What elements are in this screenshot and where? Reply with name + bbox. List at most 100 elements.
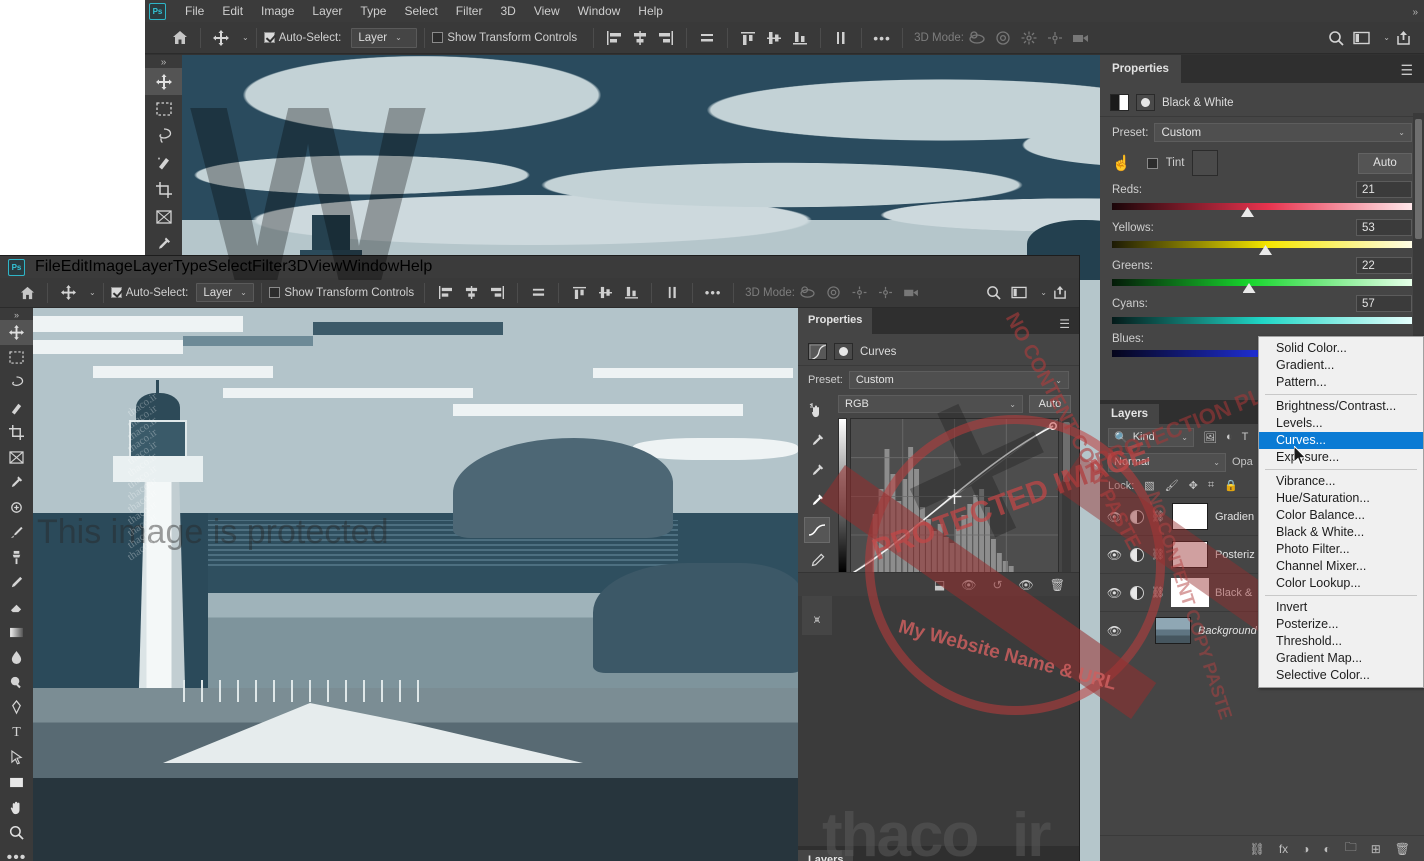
curves-icon[interactable]: [808, 343, 827, 360]
distribute-vertical-icon[interactable]: [659, 281, 685, 305]
hand-pointer-icon[interactable]: ☝: [1112, 154, 1131, 172]
layer-mask-thumbnail[interactable]: [1171, 541, 1208, 568]
slider-cyans-value[interactable]: 57: [1356, 295, 1412, 312]
camera-3d-icon[interactable]: [899, 281, 925, 305]
inner-tool-rectangular-marquee[interactable]: [0, 345, 33, 370]
histogram-toggle[interactable]: ⩙: [802, 605, 832, 635]
align-left-icon[interactable]: [432, 281, 458, 305]
lock-image-pixels-icon[interactable]: 🖌: [1165, 479, 1179, 492]
inner-menu-filter[interactable]: Filter: [252, 258, 288, 276]
tool-lasso[interactable]: [145, 122, 182, 149]
inner-properties-scrollbar[interactable]: [1062, 418, 1071, 575]
inner-tool-rectangle[interactable]: [0, 770, 33, 795]
delete-icon[interactable]: 🗑: [1050, 578, 1065, 592]
slider-reds-value[interactable]: 21: [1356, 181, 1412, 198]
workspace-icon[interactable]: [1349, 26, 1375, 50]
black-point-eyedropper[interactable]: [802, 425, 832, 455]
inner-auto-button[interactable]: Auto: [1029, 395, 1071, 413]
menu-item-curves[interactable]: Curves...: [1259, 432, 1423, 449]
inner-tool-clone-stamp[interactable]: [0, 545, 33, 570]
curves-graph[interactable]: [850, 418, 1059, 575]
inner-menu-window[interactable]: Window: [342, 258, 399, 276]
align-center-vertical-icon[interactable]: [592, 281, 618, 305]
align-bottom-icon[interactable]: [618, 281, 644, 305]
workspace-icon[interactable]: [1006, 281, 1032, 305]
menu-3d[interactable]: 3D: [491, 0, 524, 22]
inner-tool-blur[interactable]: [0, 645, 33, 670]
auto-select-checkbox[interactable]: [263, 32, 275, 43]
inner-tool-history-brush[interactable]: [0, 570, 33, 595]
inner-preset-dropdown[interactable]: Custom ⌄: [848, 371, 1069, 389]
menu-type[interactable]: Type: [351, 0, 395, 22]
inner-menu-select[interactable]: Select: [208, 258, 252, 276]
menu-item-color-balance[interactable]: Color Balance...: [1259, 507, 1423, 524]
menu-item-channel-mixer[interactable]: Channel Mixer...: [1259, 558, 1423, 575]
inner-tool-eyedropper[interactable]: [0, 470, 33, 495]
lock-all-icon[interactable]: 🔒: [1224, 479, 1238, 492]
menu-item-brightness-contrast[interactable]: Brightness/Contrast...: [1259, 398, 1423, 415]
camera-3d-icon[interactable]: [1068, 26, 1094, 50]
menu-item-selective-color[interactable]: Selective Color...: [1259, 667, 1423, 684]
inner-tool-frame[interactable]: [0, 445, 33, 470]
inner-tool-brush[interactable]: [0, 520, 33, 545]
layer-thumbnail[interactable]: [1155, 617, 1191, 644]
home-icon[interactable]: [14, 281, 40, 305]
menu-item-pattern[interactable]: Pattern...: [1259, 374, 1423, 391]
white-point-eyedropper[interactable]: [802, 485, 832, 515]
inner-tool-hand[interactable]: [0, 795, 33, 820]
inner-tool-dodge[interactable]: [0, 670, 33, 695]
mask-link-icon[interactable]: ⛓: [1151, 548, 1165, 561]
panel-menu-icon[interactable]: ☰: [1390, 58, 1424, 83]
tab-layers[interactable]: Layers: [1100, 404, 1160, 424]
share-icon[interactable]: [1390, 26, 1416, 50]
inner-tool-crop[interactable]: [0, 420, 33, 445]
inner-properties-scroll-thumb[interactable]: [1063, 422, 1070, 482]
inner-tool-eraser[interactable]: [0, 595, 33, 620]
tool-move[interactable]: [145, 68, 182, 95]
pixel-filter-icon[interactable]: 🖼: [1203, 431, 1217, 444]
inner-tool-move[interactable]: [0, 320, 33, 345]
menu-item-gradient-map[interactable]: Gradient Map...: [1259, 650, 1423, 667]
menu-item-posterize[interactable]: Posterize...: [1259, 616, 1423, 633]
inner-tab-properties[interactable]: Properties: [798, 308, 873, 334]
slider-cyans-track[interactable]: [1112, 317, 1412, 324]
on-image-adjust-tool[interactable]: [802, 395, 832, 425]
roll-3d-icon[interactable]: [990, 26, 1016, 50]
menu-item-photo-filter[interactable]: Photo Filter...: [1259, 541, 1423, 558]
lock-artboard-icon[interactable]: ⌗: [1208, 479, 1214, 492]
align-bottom-icon[interactable]: [787, 26, 813, 50]
layer-mask-thumbnail[interactable]: [1170, 578, 1209, 607]
inner-menu-view[interactable]: View: [308, 258, 342, 276]
inner-show-transform-checkbox[interactable]: [269, 287, 281, 298]
tab-properties[interactable]: Properties: [1100, 55, 1181, 83]
curve-point-tool[interactable]: [804, 517, 830, 543]
search-icon[interactable]: [1323, 26, 1349, 50]
layer-style-icon[interactable]: fx: [1279, 842, 1288, 856]
menu-item-threshold[interactable]: Threshold...: [1259, 633, 1423, 650]
blend-mode-dropdown[interactable]: Normal ⌄: [1108, 452, 1226, 472]
delete-layer-icon[interactable]: 🗑: [1395, 842, 1410, 856]
menu-item-exposure[interactable]: Exposure...: [1259, 449, 1423, 466]
toggle-visibility-icon[interactable]: 👁: [1019, 578, 1034, 592]
inner-panel-menu-icon[interactable]: ☰: [1051, 314, 1079, 334]
pencil-draw-tool[interactable]: [802, 545, 832, 575]
inner-tool-spot-healing-brush[interactable]: [0, 495, 33, 520]
inner-tool-path-selection[interactable]: [0, 745, 33, 770]
preset-dropdown[interactable]: Custom ⌄: [1154, 123, 1412, 142]
tool-eyedropper[interactable]: [145, 230, 182, 257]
move-tool-caret-icon[interactable]: ⌄: [89, 288, 96, 297]
align-center-horizontal-icon[interactable]: [627, 26, 653, 50]
inner-tool-zoom[interactable]: [0, 820, 33, 845]
distribute-horizontal-icon[interactable]: [525, 281, 551, 305]
inner-tool-edit-toolbar[interactable]: •••: [0, 845, 33, 861]
menu-file[interactable]: File: [176, 0, 213, 22]
slider-reds-track[interactable]: [1112, 203, 1412, 217]
orbit-3d-icon[interactable]: [964, 26, 990, 50]
menu-select[interactable]: Select: [395, 0, 446, 22]
pan-3d-icon[interactable]: [847, 281, 873, 305]
inner-menu-layer[interactable]: Layer: [133, 258, 173, 276]
inner-menu-3d[interactable]: 3D: [288, 258, 308, 276]
slide-3d-icon[interactable]: [1042, 26, 1068, 50]
slider-greens-track[interactable]: [1112, 279, 1412, 293]
new-group-icon[interactable]: 🗀: [1345, 838, 1357, 859]
